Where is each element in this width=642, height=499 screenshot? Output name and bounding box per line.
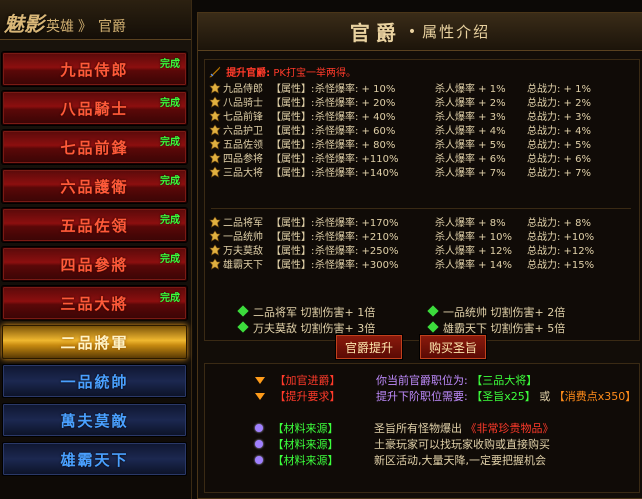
attribute-row: 万夫莫敌 【属性】:杀怪爆率: +250% 杀人爆率 + 12% 总战力: +12% <box>209 244 594 258</box>
rank-emblem-icon <box>209 258 221 270</box>
orange-triangle-icon <box>255 393 265 400</box>
rank-label: 八品騎士 <box>60 99 129 118</box>
bonus-item: 二品将军 切割伤害+ 1倍 <box>237 304 375 320</box>
rank-emblem-icon <box>209 138 221 150</box>
rank-list: 九品侍郎 完成 八品騎士 完成 七品前鋒 完成 六品護衛 完成 五品佐領 完成 四品參將 完成 三品大將… <box>0 52 192 481</box>
completed-badge: 完成 <box>160 59 180 70</box>
orange-triangle-icon <box>255 377 265 384</box>
rank-item[interactable]: 三品大將 完成 <box>2 286 187 320</box>
green-diamond-icon <box>427 305 439 317</box>
green-diamond-icon <box>237 305 249 317</box>
rank-item[interactable]: 一品統帥 <box>2 364 187 398</box>
rank-emblem-icon <box>209 152 221 164</box>
attribute-row: 九品侍郎 【属性】:杀怪爆率: + 10% 杀人爆率 + 1% 总战力: + 1% <box>209 82 591 96</box>
attribute-row: 四品参将 【属性】:杀怪爆率: +110% 杀人爆率 + 6% 总战力: + 6% <box>209 152 591 166</box>
rank-emblem-icon <box>209 216 221 228</box>
completed-badge: 完成 <box>160 293 180 304</box>
note-material-source: 【材料来源】 新区活动,大量天降,一定要把握机会 <box>255 452 546 468</box>
completed-badge: 完成 <box>160 254 180 265</box>
completed-badge: 完成 <box>160 137 180 148</box>
rank-emblem-icon <box>209 166 221 178</box>
attribute-panel: 官爵 • 属性介绍 提升官爵: PK打宝一举两得。 九品侍郎 【属性】:杀怪爆率:… <box>197 12 642 499</box>
rank-emblem-icon <box>209 110 221 122</box>
attribute-row: 七品前锋 【属性】:杀怪爆率: + 40% 杀人爆率 + 3% 总战力: + 3% <box>209 110 591 124</box>
attribute-row: 雄霸天下 【属性】:杀怪爆率: +300% 杀人爆率 + 14% 总战力: +15% <box>209 258 594 272</box>
tip-prefix: 提升官爵: <box>226 68 271 79</box>
completed-badge: 完成 <box>160 176 180 187</box>
buy-edict-button[interactable]: 购买圣旨 <box>420 335 487 359</box>
rank-label: 雄霸天下 <box>60 450 129 469</box>
completed-badge: 完成 <box>160 98 180 109</box>
sidebar-header: 魅影 英雄 》 官爵 <box>0 0 191 40</box>
bonus-item: 一品统帅 切割伤害+ 2倍 <box>427 304 565 320</box>
hero-label: 英雄 <box>46 19 74 35</box>
rank-item[interactable]: 四品參將 完成 <box>2 247 187 281</box>
rank-label: 一品統帥 <box>60 372 129 391</box>
completed-badge: 完成 <box>160 215 180 226</box>
purple-orb-icon <box>255 424 263 432</box>
promotion-tip: 提升官爵: PK打宝一举两得。 <box>209 66 356 80</box>
rank-label: 四品參將 <box>60 255 129 274</box>
rank-label: 萬夫莫敵 <box>60 411 129 430</box>
rank-item[interactable]: 八品騎士 完成 <box>2 91 187 125</box>
rank-label: 六品護衛 <box>60 177 129 196</box>
rank-label: 二品將軍 <box>60 333 129 352</box>
table-divider <box>211 208 631 209</box>
sword-icon <box>209 66 221 78</box>
rank-emblem-icon <box>209 244 221 256</box>
notes-panel: 【加官进爵】 你当前官爵职位为: 【三品大将】 【提升要求】 提升下阶职位需要:… <box>204 363 640 493</box>
rank-emblem-icon <box>209 124 221 136</box>
note-material-source: 【材料来源】 圣旨所有怪物爆出 《非常珍贵物品》 <box>255 420 554 436</box>
note-current-rank: 【加官进爵】 你当前官爵职位为: 【三品大将】 <box>255 372 537 388</box>
rank-label: 九品侍郎 <box>60 60 129 79</box>
rank-item[interactable]: 五品佐領 完成 <box>2 208 187 242</box>
attribute-row: 二品将军 【属性】:杀怪爆率: +170% 杀人爆率 + 8% 总战力: + 8% <box>209 216 591 230</box>
bonus-item: 雄霸天下 切割伤害+ 5倍 <box>427 320 565 336</box>
rank-item[interactable]: 六品護衛 完成 <box>2 169 187 203</box>
title-dot: • <box>407 23 417 40</box>
attribute-row: 三品大将 【属性】:杀怪爆率: +140% 杀人爆率 + 7% 总战力: + 7% <box>209 166 591 180</box>
rank-label: 五品佐領 <box>60 216 129 235</box>
breadcrumb-separator: 》 <box>78 19 92 35</box>
bonus-item: 万夫莫敌 切割伤害+ 3倍 <box>237 320 375 336</box>
rank-item[interactable]: 雄霸天下 <box>2 442 187 476</box>
panel-header: 官爵 • 属性介绍 <box>198 13 642 51</box>
attribute-row: 八品骑士 【属性】:杀怪爆率: + 20% 杀人爆率 + 2% 总战力: + 2% <box>209 96 591 110</box>
purple-orb-icon <box>255 440 263 448</box>
green-diamond-icon <box>427 321 439 333</box>
rank-label: 三品大將 <box>60 294 129 313</box>
attribute-table: 提升官爵: PK打宝一举两得。 九品侍郎 【属性】:杀怪爆率: + 10% 杀人爆率… <box>204 59 640 341</box>
attribute-row: 六品护卫 【属性】:杀怪爆率: + 60% 杀人爆率 + 4% 总战力: + 4% <box>209 124 591 138</box>
attribute-row: 一品统帅 【属性】:杀怪爆率: +210% 杀人爆率 + 10% 总战力: +10% <box>209 230 594 244</box>
rank-label: 七品前鋒 <box>60 138 129 157</box>
rank-item[interactable]: 萬夫莫敵 <box>2 403 187 437</box>
game-title: 魅影 <box>4 12 44 36</box>
rank-emblem-icon <box>209 230 221 242</box>
rank-emblem-icon <box>209 82 221 94</box>
panel-subtitle: 属性介绍 <box>422 23 491 41</box>
tip-text: PK打宝一举两得。 <box>273 68 356 79</box>
rank-item[interactable]: 七品前鋒 完成 <box>2 130 187 164</box>
rank-emblem-icon <box>209 96 221 108</box>
section-label: 官爵 <box>98 19 126 35</box>
note-upgrade-requirement: 【提升要求】 提升下阶职位需要: 【圣旨x25】 或 【消费点x350】 <box>255 388 636 404</box>
rank-item[interactable]: 二品將軍 <box>2 325 187 359</box>
panel-title: 官爵 <box>349 21 402 45</box>
purple-orb-icon <box>255 456 263 464</box>
promote-rank-button[interactable]: 官爵提升 <box>336 335 403 359</box>
rank-sidebar: 魅影 英雄 》 官爵 九品侍郎 完成 八品騎士 完成 七品前鋒 完成 六品護衛 完成 五品佐領完… <box>0 0 192 499</box>
attribute-row: 五品佐领 【属性】:杀怪爆率: + 80% 杀人爆率 + 5% 总战力: + 5% <box>209 138 591 152</box>
green-diamond-icon <box>237 321 249 333</box>
rank-item[interactable]: 九品侍郎 完成 <box>2 52 187 86</box>
note-material-source: 【材料来源】 土豪玩家可以找玩家收购或直接购买 <box>255 436 550 452</box>
